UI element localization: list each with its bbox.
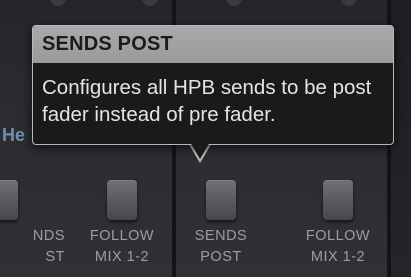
sends-post-label-left: NDS ST [0,226,65,268]
label-line-2: ST [45,249,65,265]
label-line-1: NDS [32,228,65,244]
tooltip-body: Configures all HPB sends to be post fade… [42,76,372,126]
label-line-2: POST [200,249,242,265]
follow-mix-label: FOLLOW MIX 1-2 [293,226,383,268]
knob-edge[interactable] [226,0,242,6]
sends-post-label: SENDS POST [176,226,266,268]
label-line-1: FOLLOW [305,228,371,244]
follow-mix-button[interactable] [323,180,353,220]
tooltip-title: SENDS POST [42,33,173,55]
strip-header-label: He [2,125,26,145]
tooltip: SENDS POST Configures all HPB sends to b… [32,25,394,145]
tooltip-pointer-fill [190,142,210,159]
mixer-stage: He NDS ST FOLLOW MIX 1-2 SENDS POST FOLL… [0,0,411,277]
label-line-1: FOLLOW [89,228,155,244]
knob-edge[interactable] [142,0,158,6]
label-line-2: MIX 1-2 [310,249,366,265]
knob-edge[interactable] [341,0,357,6]
label-line-2: MIX 1-2 [94,249,150,265]
follow-mix-button-left[interactable] [107,180,137,220]
follow-mix-label-left: FOLLOW MIX 1-2 [77,226,167,268]
knob-edge[interactable] [50,0,66,6]
tooltip-header: SENDS POST [33,26,393,63]
label-line-1: SENDS [194,228,248,244]
channel-strip-right [391,0,411,277]
sends-post-button-left[interactable] [0,180,18,220]
sends-post-button[interactable] [206,180,236,220]
